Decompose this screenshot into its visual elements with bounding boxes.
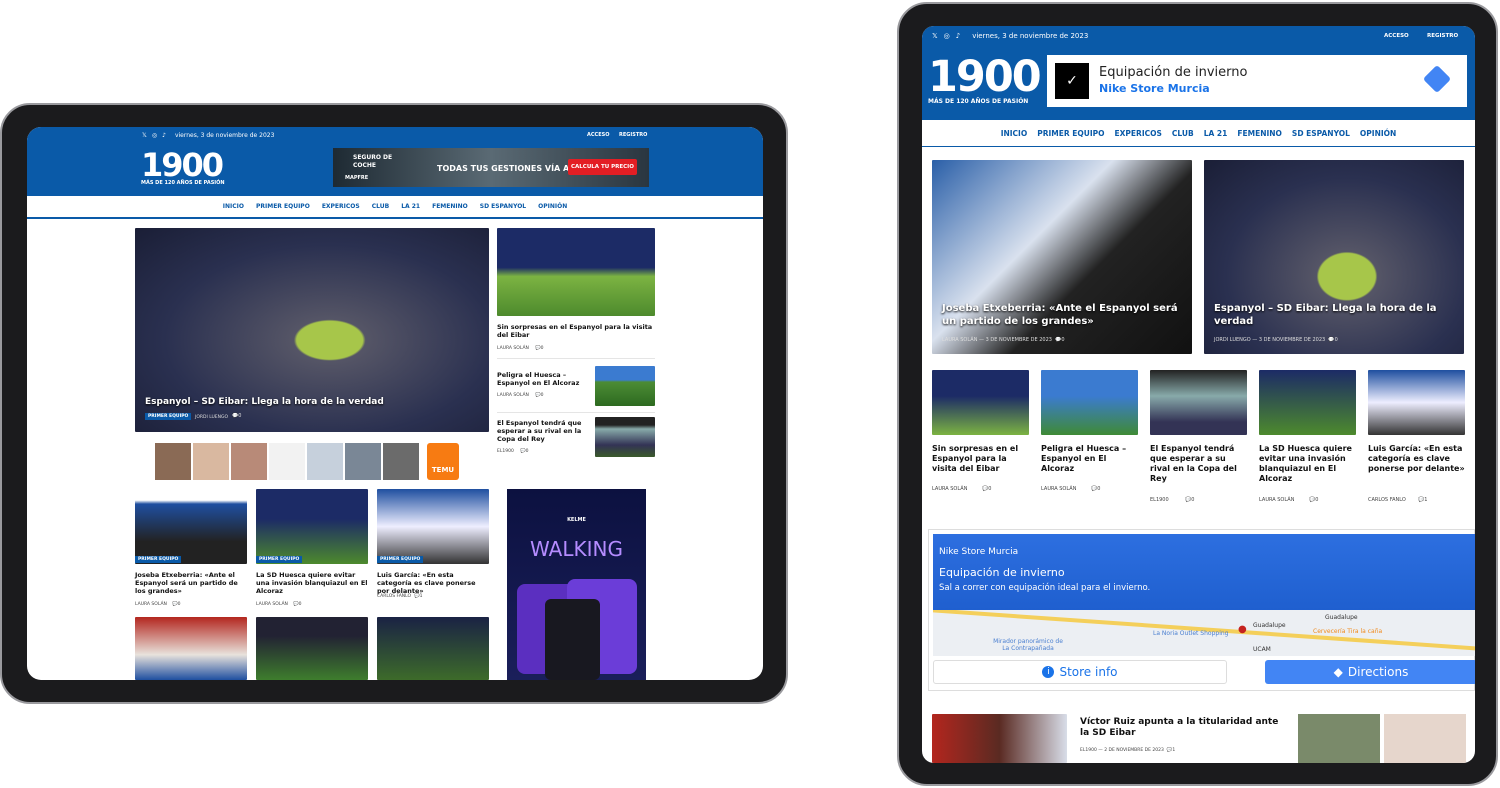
article-image[interactable] (135, 489, 247, 564)
instagram-icon[interactable]: ◎ (152, 132, 157, 139)
category-badge[interactable]: PRIMER EQUIPO (145, 413, 192, 420)
hero-title[interactable]: Espanyol – SD Eibar: Llega la hora de la… (145, 397, 384, 407)
comment-icon: 💬0 (172, 602, 181, 607)
ipad-landscape: 𝕏 ◎ ♪ viernes, 3 de noviembre de 2023 ACCE… (0, 103, 788, 704)
category-badge[interactable]: PRIMER EQUIPO (256, 556, 303, 563)
article-title[interactable]: El Espanyol tendrá que esperar a su riva… (1150, 444, 1247, 484)
tiktok-icon[interactable]: ♪ (956, 32, 960, 40)
article-image[interactable] (1259, 370, 1356, 435)
nav-item[interactable]: LA 21 (401, 203, 420, 210)
map[interactable]: Guadalupe Guadalupe La Noria Outlet Shop… (933, 610, 1475, 656)
info-icon: i (1042, 666, 1055, 678)
article-title[interactable]: Sin sorpresas en el Espanyol para la vis… (932, 444, 1029, 474)
category-badge[interactable]: PRIMER EQUIPO (135, 556, 182, 563)
register-link[interactable]: REGISTRO (619, 130, 647, 140)
directions-icon[interactable] (1422, 64, 1452, 94)
main-nav: INICIO PRIMER EQUIPO EXPERICOS CLUB LA 21 FEM… (922, 120, 1475, 147)
site-logo[interactable]: 1900 MÁS DE 120 AÑOS DE PASIÓN (141, 149, 225, 186)
article-title[interactable]: Luis García: «En esta categoría es clave… (1368, 444, 1465, 474)
article-title[interactable]: Peligra el Huesca – Espanyol en El Alcor… (1041, 444, 1138, 474)
article-image[interactable] (497, 228, 655, 316)
fashion-ad[interactable] (1298, 714, 1466, 763)
article-image[interactable] (135, 617, 247, 680)
article-title[interactable]: Luis García: «En esta categoría es clave… (377, 571, 489, 595)
article-thumb[interactable] (595, 366, 655, 406)
article-image[interactable] (1150, 370, 1247, 435)
category-badge[interactable]: PRIMER EQUIPO (377, 556, 424, 563)
nav-item[interactable]: PRIMER EQUIPO (256, 203, 310, 210)
comment-icon: 💬0 (293, 602, 302, 607)
article-image[interactable] (1368, 370, 1465, 435)
map-ad[interactable]: Nike Store Murcia Equipación de invierno… (928, 529, 1475, 691)
nav-item[interactable]: OPINIÓN (1360, 129, 1396, 138)
comment-icon: 💬0 (1091, 486, 1101, 492)
article-image[interactable] (1041, 370, 1138, 435)
article-image[interactable] (377, 617, 489, 680)
article-image[interactable] (932, 370, 1029, 435)
article-title[interactable]: Joseba Etxeberria: «Ante el Espanyol ser… (135, 571, 247, 595)
nav-item[interactable]: CLUB (372, 203, 389, 210)
nike-ad[interactable]: ✓ Equipación de invierno Nike Store Murc… (1047, 55, 1467, 107)
comment-icon: 💬0 (1185, 497, 1195, 503)
article-title[interactable]: La SD Huesca quiere evitar una invasión … (256, 571, 368, 595)
login-link[interactable]: ACCESO (1384, 29, 1409, 43)
comment-icon: 💬1 (414, 594, 423, 599)
map-pin-icon[interactable]: ● (1238, 624, 1247, 635)
ipad-portrait: 𝕏 ◎ ♪ viernes, 3 de noviembre de 2023 ACCE… (897, 2, 1498, 786)
directions-button[interactable]: ◆ Directions (1265, 660, 1475, 684)
tiktok-icon[interactable]: ♪ (162, 132, 166, 139)
screen-left: 𝕏 ◎ ♪ viernes, 3 de noviembre de 2023 ACCE… (27, 127, 763, 680)
article-image[interactable] (256, 617, 368, 680)
main-nav: INICIO PRIMER EQUIPO EXPERICOS CLUB LA 21 FEM… (27, 196, 763, 219)
article-image[interactable] (256, 489, 368, 564)
login-link[interactable]: ACCESO (587, 130, 609, 140)
nav-item[interactable]: FEMENINO (1237, 129, 1282, 138)
nav-item[interactable]: FEMENINO (432, 203, 468, 210)
x-icon[interactable]: 𝕏 (932, 32, 938, 40)
temu-ad[interactable]: TEMU (155, 443, 471, 480)
nav-item[interactable]: EXPERICOS (322, 203, 360, 210)
nav-item[interactable]: OPINIÓN (538, 203, 567, 210)
nav-item[interactable]: PRIMER EQUIPO (1037, 129, 1104, 138)
date: viernes, 3 de noviembre de 2023 (174, 131, 275, 139)
nav-item[interactable]: INICIO (1001, 129, 1028, 138)
x-icon[interactable]: 𝕏 (142, 132, 147, 139)
comment-icon: 💬1 (1418, 497, 1428, 503)
ad-cta-button[interactable]: CALCULA TU PRECIO (568, 159, 637, 175)
register-link[interactable]: REGISTRO (1427, 29, 1458, 43)
store-info-button[interactable]: i Store info (933, 660, 1227, 684)
mapfre-ad[interactable]: SEGURO DE COCHE MAPFRE TODAS TUS GESTION… (333, 148, 649, 187)
nav-item[interactable]: SD ESPANYOL (1292, 129, 1350, 138)
instagram-icon[interactable]: ◎ (944, 32, 950, 40)
article-image[interactable] (377, 489, 489, 564)
article-image[interactable] (932, 714, 1067, 763)
article-title[interactable]: La SD Huesca quiere evitar una invasión … (1259, 444, 1356, 484)
nav-item[interactable]: INICIO (223, 203, 244, 210)
nav-item[interactable]: EXPERICOS (1115, 129, 1162, 138)
nike-logo: ✓ (1055, 63, 1089, 99)
comment-icon: 💬0 (1309, 497, 1319, 503)
screen-right: 𝕏 ◎ ♪ viernes, 3 de noviembre de 2023 ACCE… (922, 26, 1475, 763)
nav-item[interactable]: SD ESPANYOL (480, 203, 526, 210)
comment-icon: 💬0 (232, 413, 242, 419)
kelme-ad[interactable]: KELME WALKING (507, 489, 646, 680)
nav-item[interactable]: CLUB (1172, 129, 1194, 138)
comment-icon: 💬0 (982, 486, 992, 492)
nav-item[interactable]: LA 21 (1204, 129, 1228, 138)
site-logo[interactable]: 1900 MÁS DE 120 AÑOS DE PASIÓN (928, 56, 1042, 105)
article-thumb[interactable] (595, 417, 655, 457)
directions-icon: ◆ (1333, 665, 1343, 679)
date: viernes, 3 de noviembre de 2023 (972, 32, 1089, 40)
